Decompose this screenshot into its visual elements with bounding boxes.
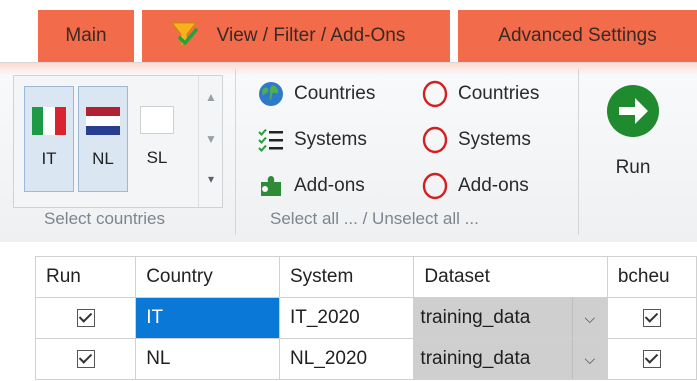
tab-view-filter-addons[interactable]: View / Filter / Add-Ons: [142, 10, 450, 62]
tab-advanced-label: Advanced Settings: [498, 25, 657, 46]
tab-main[interactable]: Main: [38, 10, 134, 62]
system-cell[interactable]: NL_2020: [278, 338, 415, 380]
select-all-systems-button[interactable]: Systems: [256, 125, 367, 155]
unselect-all-label: Add-ons: [458, 175, 529, 196]
dataset-select[interactable]: training_data ⌵: [413, 338, 608, 380]
group-label-select-unselect-all: Select all ... / Unselect all ...: [270, 209, 479, 228]
column-header-run[interactable]: Run: [34, 256, 137, 298]
flag-sl-icon: [140, 106, 174, 134]
column-header-dataset[interactable]: Dataset: [413, 256, 608, 298]
systems-grid: Run Country System Dataset bcheu IT IT_2…: [34, 256, 697, 380]
table-row: IT IT_2020 training_data ⌵: [34, 297, 697, 339]
country-cell[interactable]: IT: [135, 297, 280, 339]
unselect-all-label: Countries: [458, 83, 540, 104]
column-header-system[interactable]: System: [278, 256, 415, 298]
unselect-all-countries-button[interactable]: Countries: [420, 79, 539, 109]
country-gallery: IT NL SL ▲ ▼ ▾: [13, 75, 223, 208]
group-label-select-countries: Select countries: [44, 209, 165, 228]
country-cell[interactable]: NL: [135, 338, 280, 380]
country-item-sl[interactable]: SL: [132, 86, 182, 192]
bcheu-checkbox[interactable]: [642, 308, 661, 327]
tab-main-label: Main: [65, 25, 107, 46]
globe-icon: [256, 79, 286, 109]
run-button[interactable]: Run: [605, 83, 661, 203]
scroll-down-icon[interactable]: ▼: [199, 132, 223, 146]
run-cell: [34, 297, 137, 339]
run-checkbox[interactable]: [76, 308, 95, 327]
country-item-nl[interactable]: NL: [78, 86, 128, 192]
circle-outline-icon: [420, 171, 450, 201]
country-code: NL: [92, 149, 114, 168]
run-checkbox[interactable]: [76, 349, 95, 368]
tab-advanced-settings[interactable]: Advanced Settings: [458, 10, 697, 62]
scroll-up-icon[interactable]: ▲: [199, 90, 223, 104]
column-header-country[interactable]: Country: [135, 256, 280, 298]
system-cell[interactable]: IT_2020: [278, 297, 415, 339]
select-all-label: Systems: [294, 129, 367, 150]
arrow-right-circle-icon: [607, 85, 659, 137]
group-separator: [235, 69, 236, 235]
unselect-all-systems-button[interactable]: Systems: [420, 125, 531, 155]
select-all-addons-button[interactable]: Add-ons: [256, 171, 365, 201]
column-header-bcheu[interactable]: bcheu: [606, 256, 697, 298]
unselect-all-addons-button[interactable]: Add-ons: [420, 171, 529, 201]
bcheu-checkbox[interactable]: [642, 349, 661, 368]
puzzle-icon: [256, 171, 286, 201]
gallery-expand-icon[interactable]: ▾: [199, 172, 223, 186]
run-label: Run: [615, 157, 651, 178]
chevron-down-icon[interactable]: ⌵: [571, 298, 607, 338]
group-separator: [578, 69, 579, 235]
select-all-countries-button[interactable]: Countries: [256, 79, 375, 109]
bcheu-cell: [606, 338, 697, 380]
country-code: IT: [41, 149, 57, 168]
tab-view-label: View / Filter / Add-Ons: [216, 25, 406, 46]
grid-header-row: Run Country System Dataset bcheu: [34, 256, 697, 298]
chevron-down-icon[interactable]: ⌵: [571, 339, 607, 379]
circle-outline-icon: [420, 79, 450, 109]
country-item-it[interactable]: IT: [24, 86, 74, 192]
select-all-label: Countries: [294, 83, 376, 104]
gallery-scrollbar[interactable]: ▲ ▼ ▾: [198, 76, 223, 207]
dataset-value: training_data: [420, 307, 531, 328]
dataset-select[interactable]: training_data ⌵: [413, 297, 608, 339]
flag-nl-icon: [86, 107, 120, 135]
run-cell: [34, 338, 137, 380]
checklist-icon: [256, 125, 286, 155]
dataset-value: training_data: [420, 348, 531, 369]
circle-outline-icon: [420, 125, 450, 155]
country-code: SL: [146, 148, 168, 167]
flag-it-icon: [32, 107, 66, 135]
table-row: NL NL_2020 training_data ⌵: [34, 338, 697, 380]
systems-grid-area: Run Country System Dataset bcheu IT IT_2…: [0, 242, 697, 381]
funnel-check-icon: [170, 22, 198, 47]
select-all-label: Add-ons: [294, 175, 365, 196]
unselect-all-label: Systems: [458, 129, 531, 150]
ribbon-panel: IT NL SL ▲ ▼ ▾ Select countries Countrie…: [0, 62, 697, 242]
ribbon-tab-strip: Main View / Filter / Add-Ons Advanced Se…: [0, 0, 697, 62]
bcheu-cell: [606, 297, 697, 339]
